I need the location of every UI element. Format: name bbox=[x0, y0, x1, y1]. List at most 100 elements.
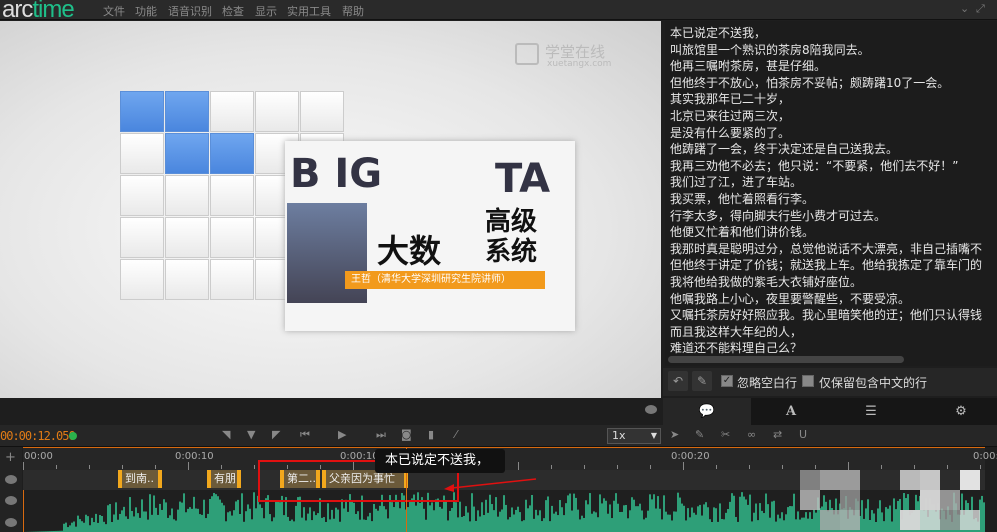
ruler-tick bbox=[716, 465, 717, 469]
keep-chinese-checkbox[interactable] bbox=[802, 375, 814, 387]
add-track-icon[interactable]: + bbox=[5, 450, 16, 465]
waveform-bar bbox=[211, 496, 213, 532]
menu-file[interactable]: 文件 bbox=[103, 3, 125, 19]
waveform-bar bbox=[863, 518, 865, 532]
waveform-bar bbox=[115, 502, 117, 532]
prev-icon[interactable]: ⏮ bbox=[300, 428, 310, 442]
magic-wand-icon[interactable]: ⁄ bbox=[455, 428, 457, 441]
waveform-bar bbox=[769, 517, 771, 532]
menu-tools[interactable]: 实用工具 bbox=[287, 3, 331, 19]
mark-in-icon[interactable]: ◥ bbox=[222, 428, 230, 441]
speed-select[interactable]: 1x ▼ bbox=[607, 428, 661, 444]
waveform-bar bbox=[739, 496, 741, 532]
subtitle-line[interactable]: 他嘱我路上小心，夜里要警醒些，不要受凉。 bbox=[670, 290, 910, 307]
subtitle-line[interactable]: 叫旅馆里一个熟识的茶房8陪我同去。 bbox=[670, 41, 870, 58]
waveform-bar bbox=[559, 500, 561, 532]
waveform-bar bbox=[475, 520, 477, 532]
subtitle-line[interactable]: 我再三劝他不必去；他只说：“不要紧，他们去不好！” bbox=[670, 157, 958, 174]
waveform-bar bbox=[631, 497, 633, 532]
waveform-bar bbox=[83, 522, 85, 532]
waveform-bar bbox=[659, 508, 661, 532]
magnet-icon[interactable]: U bbox=[799, 428, 807, 441]
ignore-blank-checkbox[interactable]: ✓ bbox=[721, 375, 733, 387]
subtitle-line[interactable]: 我那时真是聪明过分，总觉他说话不大漂亮，非自己插嘴不 bbox=[670, 240, 982, 257]
eye-icon[interactable] bbox=[645, 405, 657, 414]
waveform-bar bbox=[325, 521, 327, 532]
scissors-icon[interactable]: ✂ bbox=[721, 428, 730, 441]
pointer-icon[interactable]: ➤ bbox=[670, 428, 679, 441]
camera-icon[interactable]: ◙ bbox=[401, 428, 412, 441]
subtitle-line[interactable]: 我将他给我做的紫毛大衣铺好座位。 bbox=[670, 273, 862, 290]
video-preview[interactable]: 学堂在线 xuetangx.com B IG TA 大数 高级 系统 王哲（清华… bbox=[0, 21, 661, 398]
menu-help[interactable]: 帮助 bbox=[342, 3, 364, 19]
subtitle-line[interactable]: 行李太多，得向脚夫行些小费才可过去。 bbox=[670, 207, 886, 224]
subtitle-line[interactable]: 而且我这样大年纪的人， bbox=[670, 323, 802, 340]
subtitle-line[interactable]: 又嘱托茶房好好照应我。我心里暗笑他的迂；他们只认得钱 bbox=[670, 306, 982, 323]
annotation-arrow bbox=[444, 478, 537, 492]
subtitle-line[interactable]: 他便又忙着和他们讲价钱。 bbox=[670, 223, 814, 240]
play-icon[interactable]: ▶ bbox=[338, 428, 346, 441]
waveform-bar bbox=[137, 513, 139, 532]
waveform-bar bbox=[159, 503, 161, 532]
subtitle-line[interactable]: 但他终于不放心，怕茶房不妥帖；颇踌躇10了一会。 bbox=[670, 74, 949, 91]
tab-subtitles[interactable]: 💬 bbox=[663, 398, 751, 425]
waveform-bar bbox=[465, 506, 467, 532]
minimize-icon[interactable]: ⌄ bbox=[960, 2, 969, 15]
subtitle-line[interactable]: 本已说定不送我， bbox=[670, 24, 766, 41]
next-icon[interactable]: ⏭ bbox=[376, 428, 386, 442]
subtitle-line[interactable]: 我们过了江，进了车站。 bbox=[670, 173, 802, 190]
maximize-icon[interactable]: ⤢ bbox=[976, 2, 985, 16]
subtitle-line[interactable]: 但他终于讲定了价钱；就送我上车。他给我拣定了靠车门的 bbox=[670, 256, 982, 273]
subtitle-text-editor[interactable]: 本已说定不送我， 叫旅馆里一个熟识的茶房8陪我同去。 他再三嘱咐茶房，甚是仔细。 但他… bbox=[665, 21, 997, 366]
name-bar: 王哲（清华大学深圳研究生院讲师） bbox=[345, 271, 545, 289]
waveform-bar bbox=[209, 499, 211, 532]
menu-check[interactable]: 检查 bbox=[222, 3, 244, 19]
waveform-bar bbox=[215, 494, 217, 532]
subtitle-line[interactable]: 北京已来往过两三次， bbox=[670, 107, 790, 124]
speed-value: 1x bbox=[612, 429, 626, 442]
waveform-bar bbox=[493, 510, 495, 532]
waveform-bar bbox=[309, 507, 311, 532]
bookmark-icon[interactable]: ▮ bbox=[428, 428, 434, 441]
tab-settings[interactable]: ⚙ bbox=[921, 398, 997, 425]
waveform-bar bbox=[219, 499, 221, 532]
subtitle-line[interactable]: 难道还不能料理自己么？ bbox=[670, 339, 802, 356]
swap-icon[interactable]: ⇄ bbox=[773, 428, 782, 441]
subtitle-line[interactable]: 其实我那年已二十岁， bbox=[670, 90, 790, 107]
undo-button[interactable]: ↶ bbox=[668, 371, 688, 391]
tab-style[interactable]: A bbox=[751, 398, 831, 425]
link-icon[interactable]: ∞ bbox=[747, 428, 756, 441]
horizontal-scrollbar[interactable] bbox=[668, 356, 904, 363]
eye-icon[interactable] bbox=[5, 518, 17, 527]
waveform-bar bbox=[399, 508, 401, 532]
tab-list[interactable]: ☰ bbox=[831, 398, 911, 425]
subtitle-line[interactable]: 他踌躇了一会，终于决定还是自己送我去。 bbox=[670, 140, 898, 157]
mark-icon[interactable]: ▼ bbox=[247, 428, 255, 441]
subtitle-clip[interactable]: 到南.. bbox=[118, 470, 162, 488]
waveform-bar bbox=[637, 506, 639, 532]
waveform-bar bbox=[545, 500, 547, 532]
waveform-bar bbox=[809, 512, 811, 532]
eye-icon[interactable] bbox=[5, 475, 17, 484]
subtitle-line[interactable]: 我买票，他忙着照看行李。 bbox=[670, 190, 814, 207]
subtitle-line[interactable]: 他再三嘱咐茶房，甚是仔细。 bbox=[670, 57, 826, 74]
menu-function[interactable]: 功能 bbox=[135, 3, 157, 19]
waveform-bar bbox=[719, 503, 721, 532]
menu-display[interactable]: 显示 bbox=[255, 3, 277, 19]
title-cn3: 系统 bbox=[485, 237, 538, 267]
mark-out-icon[interactable]: ◤ bbox=[272, 428, 280, 441]
ruler-label: 00:00 bbox=[24, 451, 53, 462]
subtitle-line[interactable]: 是没有什么要紧的了。 bbox=[670, 124, 790, 141]
edit-pencil-button[interactable]: ✎ bbox=[692, 371, 712, 391]
subtitle-clip[interactable]: 有朋 bbox=[207, 470, 241, 488]
menu-speech[interactable]: 语音识别 bbox=[168, 3, 212, 19]
waveform-bar bbox=[731, 493, 733, 532]
edit-tool-icon[interactable]: ✎ bbox=[695, 428, 704, 441]
waveform-bar bbox=[533, 518, 535, 532]
waveform-bar bbox=[217, 496, 219, 532]
waveform-bar bbox=[633, 499, 635, 532]
ruler-tick bbox=[683, 462, 684, 470]
eye-icon[interactable] bbox=[5, 496, 17, 505]
waveform-bar bbox=[867, 499, 869, 532]
waveform-bar bbox=[445, 500, 447, 532]
